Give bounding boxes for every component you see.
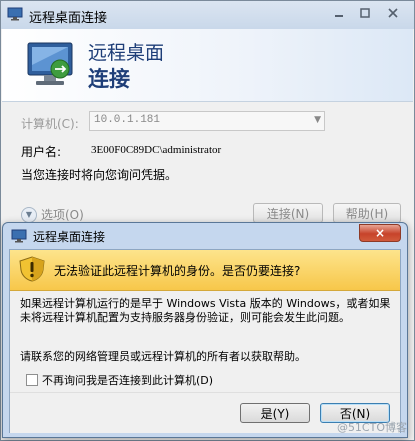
dialog-close-button[interactable]: × (359, 224, 401, 242)
dont-ask-again-label[interactable]: 不再询问我是否连接到此计算机(D) (42, 372, 213, 388)
computer-label: 计算机(C): (21, 117, 79, 131)
maximize-button[interactable] (353, 4, 377, 22)
chevron-down-icon[interactable]: ▼ (314, 115, 321, 125)
app-banner: 远程桌面 连接 (2, 29, 413, 102)
username-label: 用户名: (21, 145, 62, 159)
identity-warning-dialog: 远程桌面连接 × 无法验证此远程计算机的身份。是否仍要连接? 如果远程计算机运行… (2, 222, 408, 438)
minimize-icon (335, 15, 343, 17)
window-title: 远程桌面连接 (29, 11, 108, 26)
dont-ask-again-checkbox[interactable] (26, 374, 38, 386)
warning-message: 无法验证此远程计算机的身份。是否仍要连接? (54, 264, 301, 278)
remote-desktop-icon (7, 7, 23, 21)
window-titlebar[interactable]: 远程桌面连接 (1, 1, 414, 29)
credentials-note: 当您连接时将向您询问凭据。 (21, 168, 178, 182)
dialog-explanation: 如果远程计算机运行的是早于 Windows Vista 版本的 Windows，… (20, 297, 391, 324)
warning-shield-icon (19, 256, 45, 282)
options-label: 选项(O) (41, 208, 84, 222)
dont-ask-again-option[interactable]: 不再询问我是否连接到此计算机(D) (26, 372, 213, 388)
remote-desktop-icon (11, 229, 27, 243)
warning-banner: 无法验证此远程计算机的身份。是否仍要连接? (10, 250, 400, 291)
connect-button[interactable]: 连接(N) (253, 203, 323, 223)
help-button[interactable]: 帮助(H) (333, 203, 401, 223)
banner-title-line1: 远程桌面 (88, 42, 165, 64)
dialog-titlebar[interactable]: 远程桌面连接 × (3, 223, 407, 247)
computer-connection-icon (27, 42, 73, 85)
computer-value: 10.0.1.181 (94, 114, 161, 126)
watermark: @51CTO博客 (336, 421, 407, 434)
banner-title-line2: 连接 (88, 67, 130, 91)
dialog-content: 无法验证此远程计算机的身份。是否仍要连接? 如果远程计算机运行的是早于 Wind… (9, 249, 401, 433)
options-toggle[interactable]: ▼ 选项(O) (21, 206, 84, 223)
close-icon (388, 8, 398, 18)
expand-chevron-icon: ▼ (21, 206, 37, 223)
maximize-icon (360, 8, 370, 18)
minimize-button[interactable] (327, 4, 351, 22)
yes-button[interactable]: 是(Y) (240, 403, 310, 423)
close-button[interactable] (379, 4, 407, 22)
dialog-title: 远程桌面连接 (33, 230, 106, 244)
dialog-help-note: 请联系您的网络管理员或远程计算机的所有者以获取帮助。 (20, 350, 306, 363)
computer-combobox[interactable]: 10.0.1.181 ▼ (89, 111, 325, 131)
close-icon: × (374, 226, 386, 240)
username-value: 3E00F0C89DC\administrator (91, 144, 222, 156)
